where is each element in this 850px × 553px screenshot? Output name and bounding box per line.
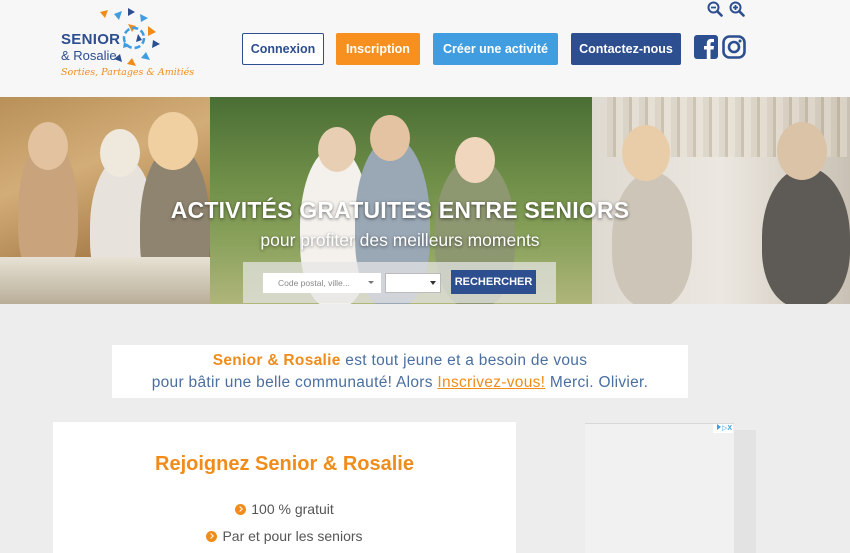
- welcome-message: Senior & Rosalie est tout jeune et a bes…: [112, 345, 688, 398]
- search-button[interactable]: RECHERCHER: [451, 270, 536, 294]
- feature-label: Par et pour les seniors: [222, 528, 363, 544]
- create-activity-button[interactable]: Créer une activité: [433, 33, 558, 65]
- location-select[interactable]: Code postal, ville...: [263, 273, 381, 293]
- instagram-icon[interactable]: [722, 35, 746, 59]
- chevron-down-icon: [368, 281, 374, 284]
- site-logo[interactable]: SENIOR & Rosalie Sorties, Partages & Ami…: [58, 6, 194, 86]
- logo-line2: & Rosalie: [61, 48, 117, 63]
- chevron-circle-icon: [206, 531, 218, 542]
- ad-slot[interactable]: ▷X: [585, 423, 734, 553]
- signup-link[interactable]: Inscrivez-vous!: [437, 374, 545, 391]
- chevron-circle-icon: [235, 504, 247, 515]
- inscription-button[interactable]: Inscription: [336, 33, 420, 65]
- feature-item: 100 % gratuit: [53, 501, 516, 517]
- hero-title: ACTIVITÉS GRATUITES ENTRE SENIORS: [170, 197, 630, 223]
- search-form: Code postal, ville... RECHERCHER: [243, 262, 556, 303]
- feature-item: Par et pour les seniors: [53, 528, 516, 544]
- welcome-line-1: Senior & Rosalie est tout jeune et a bes…: [112, 350, 688, 372]
- contact-button[interactable]: Contactez-nous: [571, 33, 681, 65]
- logo-line1: SENIOR: [61, 31, 121, 48]
- adchoices-icon[interactable]: ▷X: [713, 424, 733, 433]
- zoom-in-icon[interactable]: [729, 1, 745, 17]
- filter-select[interactable]: [385, 273, 441, 293]
- join-card-title: Rejoignez Senior & Rosalie: [155, 453, 414, 475]
- hero-subtitle: pour profiter des meilleurs moments: [260, 230, 540, 250]
- connexion-button[interactable]: Connexion: [242, 33, 324, 65]
- ad-side-panel: [734, 430, 756, 553]
- facebook-icon[interactable]: [694, 35, 718, 59]
- zoom-out-icon[interactable]: [707, 1, 723, 17]
- site-header: SENIOR & Rosalie Sorties, Partages & Ami…: [0, 0, 850, 97]
- brand-name: Senior & Rosalie: [212, 352, 341, 369]
- hero-banner: ACTIVITÉS GRATUITES ENTRE SENIORS pour p…: [0, 97, 850, 304]
- welcome-line-2: pour bâtir une belle communauté! Alors I…: [112, 372, 688, 394]
- chevron-down-icon: [430, 281, 436, 285]
- welcome-text-1: est tout jeune et a besoin de vous: [340, 352, 588, 369]
- location-select-placeholder: Code postal, ville...: [278, 278, 350, 288]
- logo-tagline: Sorties, Partages & Amitiés: [61, 67, 195, 78]
- join-card: Rejoignez Senior & Rosalie 100 % gratuit…: [53, 422, 516, 553]
- adchoices-label: ▷X: [721, 425, 732, 432]
- welcome-text-2: pour bâtir une belle communauté! Alors: [151, 374, 438, 391]
- feature-label: 100 % gratuit: [251, 501, 334, 517]
- welcome-text-3: Merci. Olivier.: [545, 374, 649, 391]
